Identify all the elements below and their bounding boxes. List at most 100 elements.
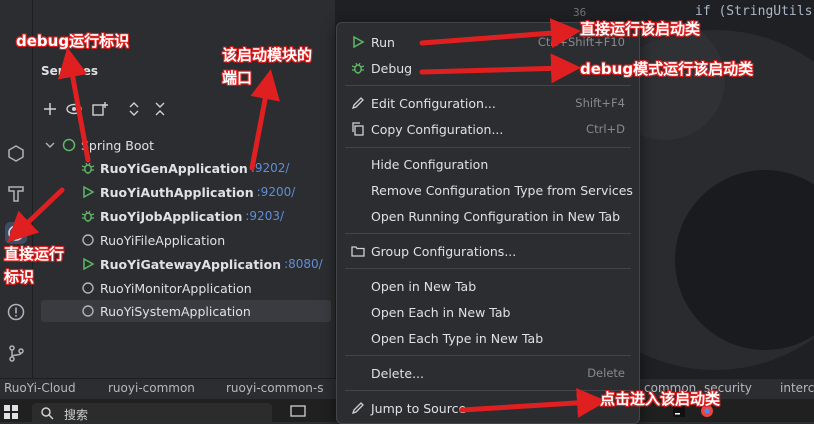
menu-item-delete[interactable]: Delete... Delete bbox=[345, 361, 631, 385]
spring-boot-icon bbox=[82, 282, 94, 294]
app-row-gateway[interactable]: RuoYiGatewayApplication :8080/ bbox=[81, 253, 323, 275]
breadcrumb-item[interactable]: ruoyi-common-s bbox=[226, 381, 331, 395]
menu-item-open-each-in-new-tab[interactable]: Open Each in New Tab bbox=[345, 300, 631, 324]
app-port-link[interactable]: :9203/ bbox=[245, 209, 284, 223]
annotation-debug-marker: debug运行标识 bbox=[16, 32, 130, 50]
services-icon bbox=[8, 225, 24, 241]
app-port-link[interactable]: :9200/ bbox=[257, 185, 296, 199]
annotation-jump-class: 点击进入该启动类 bbox=[600, 390, 721, 408]
hammer-icon[interactable] bbox=[5, 182, 27, 204]
menu-divider bbox=[345, 233, 631, 234]
menu-divider bbox=[345, 390, 631, 391]
menu-divider bbox=[345, 355, 631, 356]
annotation-module-port: 该启动模块的 bbox=[222, 46, 313, 64]
app-name: RuoYiMonitorApplication bbox=[100, 280, 252, 296]
app-name: RuoYiGatewayApplication bbox=[100, 256, 282, 272]
taskbar-search-box[interactable]: 搜索 bbox=[32, 403, 272, 422]
menu-item-edit-configuration[interactable]: Edit Configuration... Shift+F4 bbox=[345, 91, 631, 115]
menu-label: Debug bbox=[371, 60, 413, 76]
app-port-link[interactable]: :8080/ bbox=[284, 257, 323, 271]
menu-label: Jump to Source bbox=[371, 400, 467, 416]
menu-item-open-each-type-in-new-tab[interactable]: Open Each Type in New Tab bbox=[345, 326, 631, 350]
menu-label: Copy Configuration... bbox=[371, 121, 504, 137]
menu-label: Group Configurations... bbox=[371, 243, 517, 259]
folder-icon bbox=[351, 246, 365, 257]
spring-boot-icon bbox=[82, 305, 94, 317]
menu-label: Run bbox=[371, 34, 395, 50]
menu-item-open-running-configuration[interactable]: Open Running Configuration in New Tab bbox=[345, 204, 631, 228]
annotation-debug-class: debug模式运行该启动类 bbox=[580, 60, 754, 78]
app-name: RuoYiSystemApplication bbox=[100, 303, 251, 319]
debug-bug-icon bbox=[81, 210, 95, 222]
menu-label: Open Each in New Tab bbox=[371, 304, 511, 320]
git-icon[interactable] bbox=[5, 342, 27, 364]
breadcrumb-item[interactable]: RuoYi-Cloud bbox=[4, 381, 76, 395]
menu-label: Open Running Configuration in New Tab bbox=[371, 208, 621, 224]
app-row-file[interactable]: RuoYiFileApplication bbox=[81, 229, 225, 251]
add-icon[interactable] bbox=[41, 100, 59, 118]
menu-item-jump-to-source[interactable]: Jump to Source bbox=[345, 396, 631, 420]
app-row-auth[interactable]: RuoYiAuthApplication :9200/ bbox=[81, 181, 295, 203]
search-placeholder: 搜索 bbox=[64, 408, 89, 422]
pencil-icon bbox=[351, 402, 364, 415]
spring-boot-icon bbox=[62, 138, 76, 152]
debug-bug-icon bbox=[81, 162, 95, 174]
menu-label: Open Each Type in New Tab bbox=[371, 330, 544, 346]
menu-divider bbox=[345, 147, 631, 148]
app-row-monitor[interactable]: RuoYiMonitorApplication bbox=[81, 277, 252, 299]
collapse-all-icon[interactable] bbox=[151, 100, 169, 118]
chevron-down-icon[interactable] bbox=[43, 138, 57, 152]
menu-item-remove-configuration-type[interactable]: Remove Configuration Type from Services bbox=[345, 178, 633, 202]
annotation-run-marker-2: 标识 bbox=[4, 268, 35, 286]
menu-label: Edit Configuration... bbox=[371, 95, 496, 111]
tool-window-stripe bbox=[0, 0, 33, 378]
eye-icon[interactable] bbox=[65, 100, 83, 118]
app-row-job[interactable]: RuoYiJobApplication :9203/ bbox=[81, 205, 284, 227]
breadcrumb-item[interactable]: ruoyi-common bbox=[108, 381, 195, 395]
menu-shortcut: Shift+F4 bbox=[575, 96, 625, 110]
expand-all-icon[interactable] bbox=[125, 100, 143, 118]
windows-start-icon[interactable] bbox=[4, 405, 18, 419]
menu-label: Hide Configuration bbox=[371, 156, 489, 172]
menu-label: Remove Configuration Type from Services bbox=[371, 182, 633, 198]
menu-item-open-in-new-tab[interactable]: Open in New Tab bbox=[345, 274, 631, 298]
menu-divider bbox=[345, 85, 631, 86]
menu-item-copy-configuration[interactable]: Copy Configuration... Ctrl+D bbox=[345, 117, 631, 141]
copy-icon bbox=[352, 122, 364, 136]
new-group-icon[interactable] bbox=[91, 100, 109, 118]
menu-label: Open in New Tab bbox=[371, 278, 477, 294]
pencil-icon bbox=[351, 97, 364, 110]
search-icon bbox=[41, 407, 54, 420]
app-name: RuoYiGenApplication bbox=[100, 160, 248, 176]
menu-shortcut: Ctrl+D bbox=[586, 122, 625, 136]
app-row-gen[interactable]: RuoYiGenApplication :9202/ bbox=[81, 157, 289, 179]
problems-icon[interactable] bbox=[5, 301, 27, 323]
run-play-icon bbox=[83, 257, 95, 271]
database-icon[interactable] bbox=[5, 142, 27, 164]
annotation-run-class: 直接运行该启动类 bbox=[580, 20, 701, 38]
panel-title: Services bbox=[41, 64, 99, 78]
annotation-run-marker: 直接运行 bbox=[4, 245, 65, 263]
annotation-module-port-2: 端口 bbox=[222, 69, 253, 87]
menu-shortcut: Delete bbox=[587, 366, 625, 380]
run-play-icon bbox=[353, 35, 365, 49]
tree-root-label: Spring Boot bbox=[81, 137, 155, 153]
app-port-link[interactable]: :9202/ bbox=[251, 161, 290, 175]
app-row-system[interactable]: RuoYiSystemApplication bbox=[41, 300, 331, 322]
menu-divider bbox=[345, 268, 631, 269]
debug-bug-icon bbox=[351, 62, 365, 74]
context-menu: Run Ctrl+Shift+F10 Debug Edit Configurat… bbox=[336, 22, 640, 424]
services-tool-button[interactable] bbox=[5, 222, 27, 244]
app-name: RuoYiFileApplication bbox=[100, 232, 226, 248]
spring-boot-icon bbox=[82, 234, 94, 246]
breadcrumb-item[interactable]: interc bbox=[780, 381, 814, 395]
code-fragment: if (StringUtils bbox=[695, 4, 813, 19]
menu-item-group-configurations[interactable]: Group Configurations... bbox=[345, 239, 631, 263]
spring-boot-group[interactable]: Spring Boot bbox=[43, 134, 154, 156]
run-play-icon bbox=[83, 185, 95, 199]
app-name: RuoYiJobApplication bbox=[100, 208, 243, 224]
menu-item-hide-configuration[interactable]: Hide Configuration bbox=[345, 152, 631, 176]
app-name: RuoYiAuthApplication bbox=[100, 184, 254, 200]
task-view-icon[interactable] bbox=[290, 404, 306, 418]
menu-label: Delete... bbox=[371, 365, 424, 381]
